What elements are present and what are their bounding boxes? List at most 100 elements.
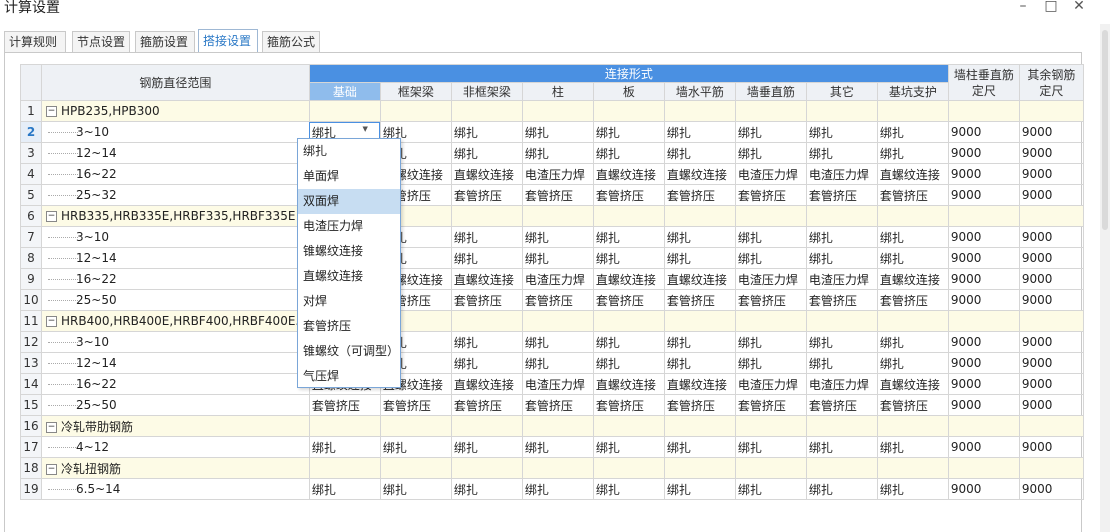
group-row[interactable]: 11− HRB400,HRB400E,HRBF400,HRBF400E... (20, 310, 1084, 332)
connection-cell[interactable]: 绑扎 (734, 142, 807, 164)
connection-cell[interactable]: 直螺纹连接 (592, 163, 665, 185)
header-column[interactable]: 柱 (521, 82, 594, 101)
rebar-grade-group[interactable]: − 冷轧扭钢筋 (41, 457, 310, 479)
tab-node-settings[interactable]: 节点设置 (72, 31, 130, 52)
group-cell[interactable] (521, 310, 594, 332)
group-cell[interactable] (947, 100, 1020, 122)
length-cell[interactable]: 9000 (1018, 331, 1084, 353)
connection-cell[interactable]: 套管挤压 (308, 394, 381, 416)
connection-cell[interactable]: 套管挤压 (450, 289, 523, 311)
group-cell[interactable] (1018, 415, 1084, 437)
connection-cell[interactable]: 套管挤压 (450, 394, 523, 416)
connection-cell[interactable]: 绑扎 (805, 436, 878, 458)
tab-stirrup-settings[interactable]: 箍筋设置 (135, 31, 195, 52)
header-frame-beam[interactable]: 框架梁 (379, 82, 452, 101)
connection-cell[interactable]: 绑扎 (521, 121, 594, 143)
dropdown-option[interactable]: 绑扎 (298, 139, 400, 164)
connection-cell[interactable]: 套管挤压 (592, 289, 665, 311)
connection-cell[interactable]: 绑扎 (876, 142, 949, 164)
connection-cell[interactable]: 绑扎 (379, 436, 452, 458)
group-cell[interactable] (947, 205, 1020, 227)
length-cell[interactable]: 9000 (947, 226, 1020, 248)
group-cell[interactable] (1018, 205, 1084, 227)
connection-cell[interactable]: 绑扎 (663, 331, 736, 353)
connection-cell[interactable]: 电渣压力焊 (521, 268, 594, 290)
connection-cell[interactable]: 电渣压力焊 (521, 163, 594, 185)
connection-cell[interactable]: 绑扎 (592, 121, 665, 143)
connection-cell[interactable]: 绑扎 (734, 121, 807, 143)
length-cell[interactable]: 9000 (947, 268, 1020, 290)
collapse-icon[interactable]: − (46, 106, 57, 117)
table-row[interactable]: 1025~50套管挤压套管挤压套管挤压套管挤压套管挤压套管挤压套管挤压套管挤压套… (20, 289, 1084, 311)
connection-cell[interactable]: 绑扎 (592, 436, 665, 458)
group-cell[interactable] (592, 457, 665, 479)
group-cell[interactable] (308, 415, 381, 437)
connection-cell[interactable]: 绑扎 (379, 478, 452, 500)
connection-cell[interactable]: 绑扎 (450, 247, 523, 269)
connection-cell[interactable]: 电渣压力焊 (734, 373, 807, 395)
connection-cell[interactable]: 绑扎 (450, 121, 523, 143)
connection-cell[interactable]: 套管挤压 (876, 184, 949, 206)
connection-cell[interactable]: 直螺纹连接 (663, 268, 736, 290)
length-cell[interactable]: 9000 (1018, 478, 1084, 500)
rebar-grade-group[interactable]: − 冷轧带肋钢筋 (41, 415, 310, 437)
minimize-icon[interactable]: – (1011, 0, 1035, 16)
connection-cell[interactable]: 绑扎 (663, 121, 736, 143)
length-cell[interactable]: 9000 (947, 247, 1020, 269)
connection-cell[interactable]: 绑扎 (521, 226, 594, 248)
length-cell[interactable]: 9000 (1018, 352, 1084, 374)
connection-cell[interactable]: 绑扎 (450, 226, 523, 248)
table-row[interactable]: 1312~14绑扎绑扎绑扎绑扎绑扎绑扎绑扎绑扎绑扎90009000 (20, 352, 1084, 374)
connection-cell[interactable]: 绑扎 (876, 478, 949, 500)
group-cell[interactable] (521, 415, 594, 437)
connection-cell[interactable]: 套管挤压 (734, 289, 807, 311)
length-cell[interactable]: 9000 (1018, 394, 1084, 416)
group-cell[interactable] (521, 457, 594, 479)
connection-cell[interactable]: 绑扎 (805, 352, 878, 374)
group-cell[interactable] (734, 415, 807, 437)
connection-cell[interactable]: 绑扎 (308, 436, 381, 458)
connection-cell[interactable]: 绑扎 (876, 247, 949, 269)
rebar-grade-group[interactable]: − HRB400,HRB400E,HRBF400,HRBF400E... (41, 310, 310, 332)
connection-cell[interactable]: 套管挤压 (876, 394, 949, 416)
connection-cell[interactable]: 套管挤压 (663, 394, 736, 416)
length-cell[interactable]: 9000 (947, 394, 1020, 416)
length-cell[interactable]: 9000 (947, 184, 1020, 206)
connection-cell[interactable]: 绑扎 (450, 142, 523, 164)
group-cell[interactable] (805, 310, 878, 332)
connection-cell[interactable]: 绑扎 (663, 352, 736, 374)
group-cell[interactable] (450, 415, 523, 437)
connection-cell[interactable]: 套管挤压 (379, 394, 452, 416)
connection-cell[interactable]: 绑扎 (805, 478, 878, 500)
length-cell[interactable]: 9000 (947, 478, 1020, 500)
group-cell[interactable] (1018, 100, 1084, 122)
group-cell[interactable] (663, 457, 736, 479)
connection-cell[interactable]: 绑扎 (521, 352, 594, 374)
dropdown-option[interactable]: 电渣压力焊 (298, 214, 400, 239)
group-cell[interactable] (876, 205, 949, 227)
length-cell[interactable]: 9000 (1018, 268, 1084, 290)
group-cell[interactable] (663, 100, 736, 122)
dropdown-option[interactable]: 对焊 (298, 289, 400, 314)
connection-cell[interactable]: 电渣压力焊 (521, 373, 594, 395)
collapse-icon[interactable]: − (46, 463, 57, 475)
length-cell[interactable]: 9000 (947, 142, 1020, 164)
group-cell[interactable] (947, 457, 1020, 479)
rebar-grade-group[interactable]: − HRB335,HRB335E,HRBF335,HRBF335E (41, 205, 310, 227)
connection-cell[interactable]: 绑扎 (521, 478, 594, 500)
tab-stirrup-formula[interactable]: 箍筋公式 (262, 31, 320, 52)
scrollbar-thumb[interactable] (1102, 30, 1108, 230)
connection-cell[interactable]: 直螺纹连接 (450, 373, 523, 395)
collapse-icon[interactable]: − (46, 421, 57, 433)
group-cell[interactable] (308, 457, 381, 479)
connection-cell[interactable]: 绑扎 (592, 331, 665, 353)
length-cell[interactable]: 9000 (947, 436, 1020, 458)
connection-cell[interactable]: 绑扎 (450, 352, 523, 374)
group-cell[interactable] (947, 415, 1020, 437)
dropdown-option[interactable]: 套管挤压 (298, 314, 400, 339)
connection-cell[interactable]: 绑扎 (876, 331, 949, 353)
connection-cell[interactable]: 套管挤压 (521, 394, 594, 416)
group-cell[interactable] (876, 457, 949, 479)
header-slab[interactable]: 板 (592, 82, 665, 101)
maximize-icon[interactable]: □ (1039, 0, 1063, 16)
